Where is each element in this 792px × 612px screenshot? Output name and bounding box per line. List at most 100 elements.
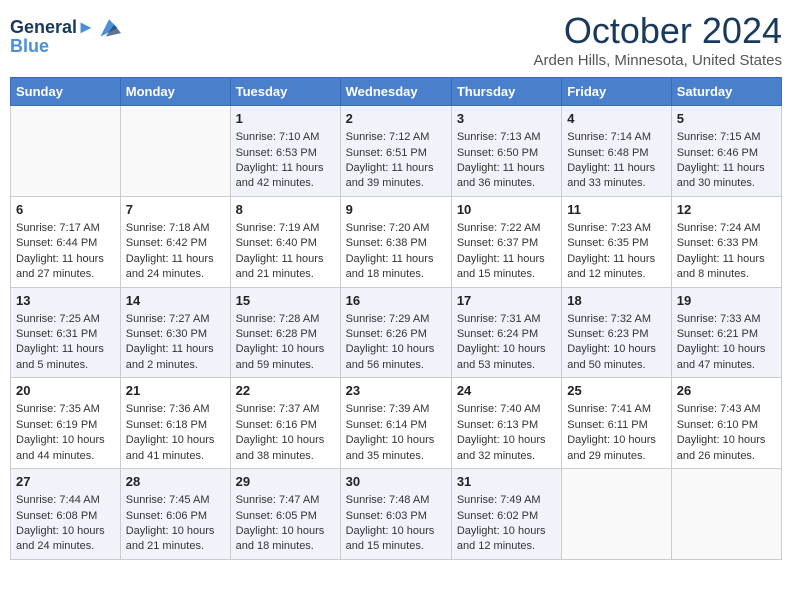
daylight-text: Daylight: 11 hours and 2 minutes. [126, 342, 225, 373]
calendar-cell: 28Sunrise: 7:45 AMSunset: 6:06 PMDayligh… [120, 469, 230, 560]
day-number: 8 [236, 201, 335, 219]
calendar-cell [120, 106, 230, 197]
sunrise-text: Sunrise: 7:18 AM [126, 221, 225, 236]
calendar-cell [11, 106, 121, 197]
day-number: 16 [346, 292, 446, 310]
sunrise-text: Sunrise: 7:27 AM [126, 312, 225, 327]
daylight-text: Daylight: 10 hours and 26 minutes. [677, 433, 776, 464]
day-number: 29 [236, 473, 335, 491]
sunset-text: Sunset: 6:40 PM [236, 236, 335, 251]
calendar-cell: 3Sunrise: 7:13 AMSunset: 6:50 PMDaylight… [451, 106, 561, 197]
sunrise-text: Sunrise: 7:41 AM [567, 402, 665, 417]
sunrise-text: Sunrise: 7:20 AM [346, 221, 446, 236]
day-number: 2 [346, 110, 446, 128]
sunrise-text: Sunrise: 7:10 AM [236, 130, 335, 145]
sunrise-text: Sunrise: 7:44 AM [16, 493, 115, 508]
sunrise-text: Sunrise: 7:28 AM [236, 312, 335, 327]
daylight-text: Daylight: 11 hours and 39 minutes. [346, 161, 446, 192]
day-number: 31 [457, 473, 556, 491]
day-number: 25 [567, 382, 665, 400]
calendar-cell: 26 Sunrise: 7:43 AMSunset: 6:10 PMDayligh… [671, 378, 781, 469]
day-number: 24 [457, 382, 556, 400]
sunset-text: Sunset: 6:26 PM [346, 327, 446, 342]
sunset-text: Sunset: 6:38 PM [346, 236, 446, 251]
calendar-cell: 30Sunrise: 7:48 AMSunset: 6:03 PMDayligh… [340, 469, 451, 560]
day-number: 11 [567, 201, 665, 219]
sunset-text: Sunset: 6:10 PM [677, 418, 776, 433]
day-number: 17 [457, 292, 556, 310]
day-number: 21 [126, 382, 225, 400]
sunset-text: Sunset: 6:02 PM [457, 509, 556, 524]
sunrise-text: Sunrise: 7:12 AM [346, 130, 446, 145]
day-number: 13 [16, 292, 115, 310]
daylight-text: Daylight: 11 hours and 30 minutes. [677, 161, 776, 192]
day-number: 18 [567, 292, 665, 310]
calendar-cell: 2Sunrise: 7:12 AMSunset: 6:51 PMDaylight… [340, 106, 451, 197]
calendar-cell: 5Sunrise: 7:15 AMSunset: 6:46 PMDaylight… [671, 106, 781, 197]
calendar-cell: 12Sunrise: 7:24 AMSunset: 6:33 PMDayligh… [671, 196, 781, 287]
day-number: 27 [16, 473, 115, 491]
calendar-week-row: 13Sunrise: 7:25 AMSunset: 6:31 PMDayligh… [11, 287, 782, 378]
daylight-text: Daylight: 10 hours and 29 minutes. [567, 433, 665, 464]
sunrise-text: Sunrise: 7:33 AM [677, 312, 776, 327]
sunset-text: Sunset: 6:48 PM [567, 146, 665, 161]
daylight-text: Daylight: 11 hours and 33 minutes. [567, 161, 665, 192]
day-number: 4 [567, 110, 665, 128]
sunset-text: Sunset: 6:24 PM [457, 327, 556, 342]
sunrise-text: Sunrise: 7:24 AM [677, 221, 776, 236]
calendar-cell: 17Sunrise: 7:31 AMSunset: 6:24 PMDayligh… [451, 287, 561, 378]
daylight-text: Daylight: 10 hours and 50 minutes. [567, 342, 665, 373]
day-number: 6 [16, 201, 115, 219]
calendar-cell: 21Sunrise: 7:36 AMSunset: 6:18 PMDayligh… [120, 378, 230, 469]
calendar-cell: 8Sunrise: 7:19 AMSunset: 6:40 PMDaylight… [230, 196, 340, 287]
day-number: 12 [677, 201, 776, 219]
daylight-text: Daylight: 11 hours and 36 minutes. [457, 161, 556, 192]
day-number: 20 [16, 382, 115, 400]
day-of-week-header: Thursday [451, 78, 561, 106]
sunset-text: Sunset: 6:05 PM [236, 509, 335, 524]
sunrise-text: Sunrise: 7:31 AM [457, 312, 556, 327]
sunrise-text: Sunrise: 7:14 AM [567, 130, 665, 145]
sunset-text: Sunset: 6:53 PM [236, 146, 335, 161]
sunrise-text: Sunrise: 7:49 AM [457, 493, 556, 508]
sunset-text: Sunset: 6:13 PM [457, 418, 556, 433]
daylight-text: Daylight: 10 hours and 21 minutes. [126, 524, 225, 555]
sunset-text: Sunset: 6:35 PM [567, 236, 665, 251]
sunset-text: Sunset: 6:23 PM [567, 327, 665, 342]
daylight-text: Daylight: 11 hours and 18 minutes. [346, 252, 446, 283]
calendar-cell: 4 Sunrise: 7:14 AMSunset: 6:48 PMDaylight… [562, 106, 671, 197]
sunrise-text: Sunrise: 7:29 AM [346, 312, 446, 327]
day-number: 9 [346, 201, 446, 219]
daylight-text: Daylight: 10 hours and 56 minutes. [346, 342, 446, 373]
calendar-cell: 14Sunrise: 7:27 AMSunset: 6:30 PMDayligh… [120, 287, 230, 378]
logo: General► Blue [10, 16, 121, 57]
day-number: 30 [346, 473, 446, 491]
sunrise-text: Sunrise: 7:43 AM [677, 402, 776, 417]
calendar-week-row: 20Sunrise: 7:35 AMSunset: 6:19 PMDayligh… [11, 378, 782, 469]
calendar-table: SundayMondayTuesdayWednesdayThursdayFrid… [10, 77, 782, 560]
day-of-week-header: Tuesday [230, 78, 340, 106]
daylight-text: Daylight: 11 hours and 5 minutes. [16, 342, 115, 373]
sunset-text: Sunset: 6:42 PM [126, 236, 225, 251]
sunset-text: Sunset: 6:14 PM [346, 418, 446, 433]
sunrise-text: Sunrise: 7:23 AM [567, 221, 665, 236]
daylight-text: Daylight: 10 hours and 59 minutes. [236, 342, 335, 373]
calendar-cell: 24 Sunrise: 7:40 AMSunset: 6:13 PMDayligh… [451, 378, 561, 469]
day-number: 22 [236, 382, 335, 400]
calendar-cell: 1Sunrise: 7:10 AMSunset: 6:53 PMDaylight… [230, 106, 340, 197]
sunset-text: Sunset: 6:31 PM [16, 327, 115, 342]
sunset-text: Sunset: 6:28 PM [236, 327, 335, 342]
sunset-text: Sunset: 6:44 PM [16, 236, 115, 251]
sunset-text: Sunset: 6:19 PM [16, 418, 115, 433]
sunrise-text: Sunrise: 7:25 AM [16, 312, 115, 327]
sunset-text: Sunset: 6:06 PM [126, 509, 225, 524]
calendar-week-row: 27Sunrise: 7:44 AMSunset: 6:08 PMDayligh… [11, 469, 782, 560]
sunrise-text: Sunrise: 7:40 AM [457, 402, 556, 417]
daylight-text: Daylight: 10 hours and 32 minutes. [457, 433, 556, 464]
day-number: 1 [236, 110, 335, 128]
sunset-text: Sunset: 6:11 PM [567, 418, 665, 433]
day-number: 26 [677, 382, 776, 400]
day-number: 19 [677, 292, 776, 310]
calendar-cell: 11Sunrise: 7:23 AMSunset: 6:35 PMDayligh… [562, 196, 671, 287]
sunrise-text: Sunrise: 7:39 AM [346, 402, 446, 417]
